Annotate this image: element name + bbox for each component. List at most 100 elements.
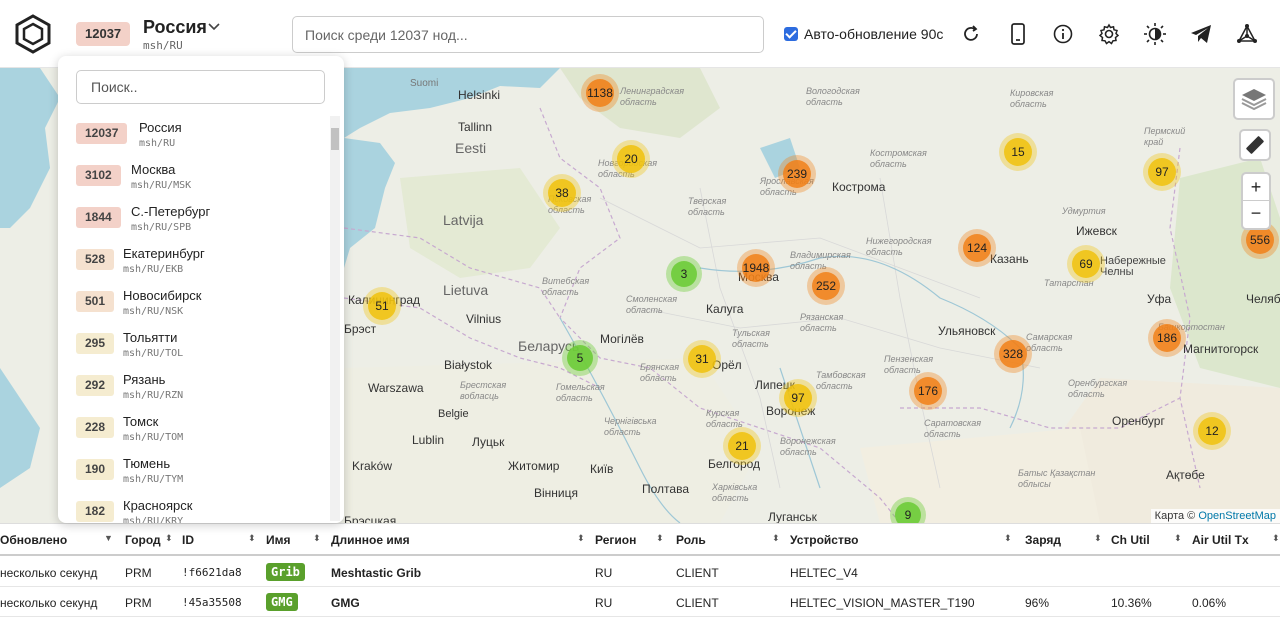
auto-update-label: Авто-обновление 90с (804, 26, 944, 42)
sort-icon[interactable]: ⬍ (248, 533, 256, 544)
node-cluster-marker[interactable]: 5 (562, 340, 598, 376)
node-cluster-marker[interactable]: 239 (778, 155, 816, 193)
column-header[interactable]: Заряд (1025, 533, 1061, 547)
region-item-name: Красноярск (123, 498, 193, 513)
region-item-name: Россия (139, 120, 182, 135)
map-region-label: Нижегородская область (866, 236, 932, 257)
node-search-input[interactable] (292, 16, 764, 53)
theme-icon[interactable] (1143, 22, 1167, 46)
node-cluster-marker[interactable]: 124 (958, 229, 996, 267)
app-logo-icon[interactable] (12, 13, 54, 55)
region-item[interactable]: 3102 Москва msh/RU/MSK (76, 156, 326, 198)
sort-icon[interactable]: ⬍ (656, 533, 664, 544)
node-cluster-marker[interactable]: 69 (1067, 245, 1105, 283)
node-cluster-marker[interactable]: 51 (363, 287, 401, 325)
auto-update-toggle[interactable]: Авто-обновление 90с (784, 26, 943, 42)
column-header[interactable]: Регион (595, 533, 636, 547)
region-count-badge[interactable]: 12037 (76, 22, 131, 46)
region-item[interactable]: 528 Екатеринбург msh/RU/EKB (76, 240, 326, 282)
info-icon[interactable] (1051, 22, 1075, 46)
zoom-out-button[interactable]: − (1243, 201, 1269, 228)
node-cluster-marker[interactable]: 20 (612, 140, 650, 178)
column-header[interactable]: Длинное имя (331, 533, 410, 547)
map-region-label: Пензенская область (884, 354, 934, 375)
column-header[interactable]: Обновлено (0, 533, 67, 547)
map-label: Ульяновск (938, 324, 996, 338)
map-label: Kraków (352, 459, 393, 473)
map-label: Луганськ (768, 510, 817, 523)
node-cluster-marker[interactable]: 252 (807, 267, 845, 305)
ruler-button[interactable] (1239, 129, 1271, 161)
table-cell: Meshtastic Grib (331, 566, 422, 580)
sort-icon[interactable]: ⬍ (1094, 533, 1102, 544)
sort-desc-icon[interactable]: ▼ (104, 533, 113, 543)
node-cluster-marker[interactable]: 38 (543, 174, 581, 212)
phone-icon[interactable] (1006, 22, 1030, 46)
region-item-count: 228 (76, 417, 115, 438)
table-cell: PRM (125, 596, 152, 610)
region-item-count: 295 (76, 333, 115, 354)
sort-icon[interactable]: ⬍ (313, 533, 321, 544)
telegram-icon[interactable] (1189, 22, 1213, 46)
region-search-input[interactable] (76, 70, 325, 104)
region-item[interactable]: 190 Тюмень msh/RU/TYM (76, 450, 326, 492)
settings-icon[interactable] (1097, 22, 1121, 46)
table-cell: GMG (331, 596, 360, 610)
sort-icon[interactable]: ⬍ (1004, 533, 1012, 544)
zoom-in-button[interactable]: + (1243, 174, 1269, 201)
region-selector-title[interactable]: Россия (143, 17, 207, 38)
network-icon[interactable] (1235, 22, 1259, 46)
node-cluster-marker[interactable]: 328 (994, 335, 1032, 373)
node-cluster-marker[interactable]: 15 (999, 133, 1037, 171)
map-label: Latvija (443, 212, 484, 228)
region-item[interactable]: 295 Тольятти msh/RU/TOL (76, 324, 326, 366)
map-region-label: Брестская вобласць (460, 380, 507, 401)
sort-icon[interactable]: ⬍ (165, 533, 173, 544)
node-cluster-marker[interactable]: 12 (1193, 412, 1231, 450)
column-header[interactable]: ID (182, 533, 194, 547)
region-item[interactable]: 228 Томск msh/RU/TOM (76, 408, 326, 450)
node-cluster-marker[interactable]: 21 (723, 427, 761, 465)
map-region-label: Тамбовская область (816, 370, 866, 391)
openstreetmap-link[interactable]: OpenStreetMap (1198, 510, 1276, 522)
cluster-count: 69 (1072, 250, 1100, 278)
node-cluster-marker[interactable]: 3 (666, 256, 702, 292)
auto-update-checkbox[interactable] (784, 27, 798, 41)
column-header[interactable]: Город (125, 533, 161, 547)
column-header[interactable]: Ch Util (1111, 533, 1150, 547)
layers-icon (1241, 89, 1267, 111)
map-region-label: Харківська область (712, 482, 758, 503)
region-item[interactable]: 1844 С.-Петербург msh/RU/SPB (76, 198, 326, 240)
chevron-down-icon[interactable] (207, 20, 221, 37)
region-item-path: msh/RU/RZN (123, 390, 184, 401)
region-item-name: Екатеринбург (123, 246, 205, 261)
sort-icon[interactable]: ⬍ (1272, 533, 1280, 544)
column-header[interactable]: Имя (266, 533, 291, 547)
region-item-name: Тюмень (123, 456, 171, 471)
sort-icon[interactable]: ⬍ (577, 533, 585, 544)
region-item[interactable]: 182 Красноярск msh/RU/KRY (76, 492, 326, 523)
column-header[interactable]: Air Util Tx (1192, 533, 1249, 547)
region-item[interactable]: 12037 Россия msh/RU (76, 114, 326, 156)
table-row[interactable]: несколько секунд PRM !f6621da8 Grib Meshtast… (0, 557, 1280, 587)
node-cluster-marker[interactable]: 1948 (737, 249, 775, 287)
region-item[interactable]: 292 Рязань msh/RU/RZN (76, 366, 326, 408)
table-cell: RU (595, 566, 613, 580)
region-item-path: msh/RU/MSK (131, 180, 192, 191)
column-header[interactable]: Роль (676, 533, 706, 547)
node-cluster-marker[interactable]: 97 (779, 379, 817, 417)
region-item[interactable]: 501 Новосибирск msh/RU/NSK (76, 282, 326, 324)
refresh-icon[interactable] (959, 22, 983, 46)
node-cluster-marker[interactable]: 31 (683, 340, 721, 378)
column-header[interactable]: Устройство (790, 533, 858, 547)
node-cluster-marker[interactable]: 1138 (581, 74, 619, 112)
dropdown-scrollbar[interactable] (330, 116, 340, 521)
node-cluster-marker[interactable]: 97 (1143, 153, 1181, 191)
node-cluster-marker[interactable]: 186 (1148, 319, 1186, 357)
layers-button[interactable] (1233, 78, 1275, 120)
scrollbar-thumb[interactable] (331, 128, 339, 150)
sort-icon[interactable]: ⬍ (772, 533, 780, 544)
sort-icon[interactable]: ⬍ (1174, 533, 1182, 544)
node-cluster-marker[interactable]: 176 (909, 372, 947, 410)
table-row[interactable]: несколько секунд PRM !45a35508 GMG GMG RU CLIE… (0, 587, 1280, 617)
